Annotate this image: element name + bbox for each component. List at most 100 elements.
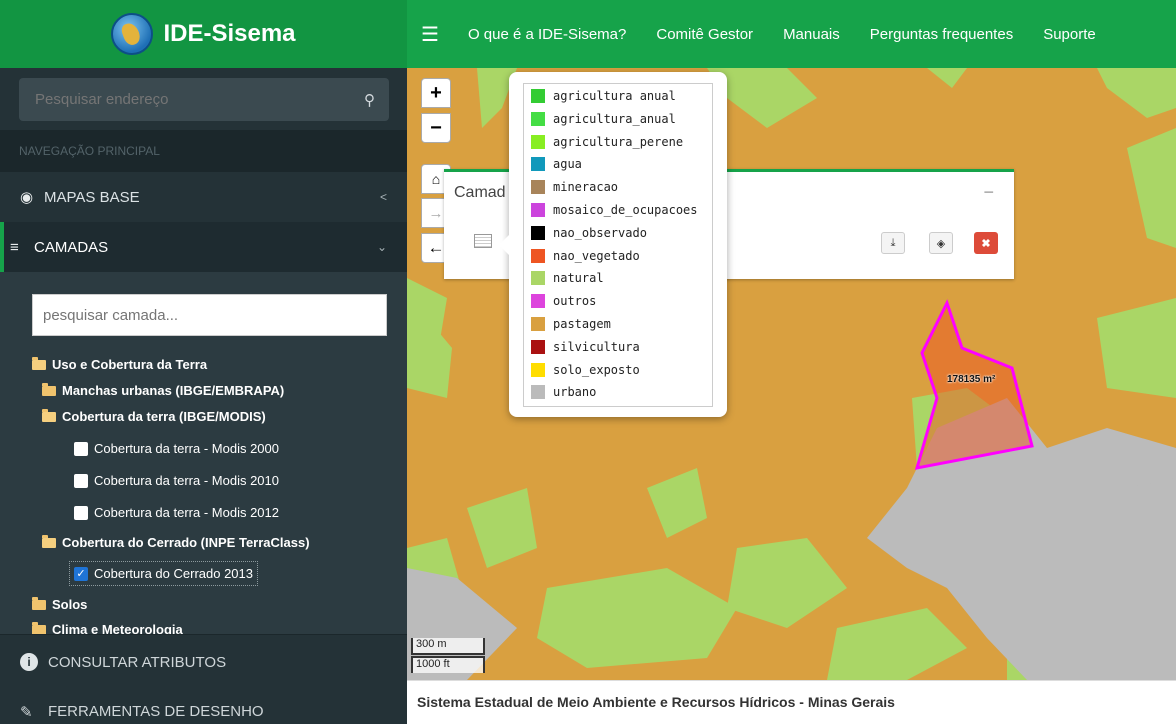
layer-cerrado-2013[interactable]: ✓ Cobertura do Cerrado 2013 xyxy=(69,561,258,586)
legend-item: agricultura_perene xyxy=(531,132,683,152)
tree-label: Cobertura da terra - Modis 2010 xyxy=(94,473,279,488)
legend-icon[interactable] xyxy=(474,234,492,248)
layer-search-input[interactable] xyxy=(32,294,387,336)
folder-icon xyxy=(32,621,46,635)
legend-item: agricultura_anual xyxy=(531,109,676,129)
nav-section-header: NAVEGAÇÃO PRINCIPAL xyxy=(0,130,407,172)
folder-open-icon xyxy=(32,356,46,370)
map-canvas[interactable]: + − ⌂ → ← Camad − ⤓ ◈ ✖ agricultura anua… xyxy=(407,68,1176,680)
address-search: ⚲ xyxy=(19,78,389,121)
edit-icon: ✎ xyxy=(20,703,33,721)
legend-item: agua xyxy=(531,154,582,174)
legend-item: mineracao xyxy=(531,177,618,197)
tree-label: Cobertura da terra - Modis 2012 xyxy=(94,505,279,520)
nav-link-suporte[interactable]: Suporte xyxy=(1028,26,1111,43)
scale-feet: 1000 ft xyxy=(411,656,485,673)
globe-logo-icon xyxy=(111,13,154,55)
legend-item: pastagem xyxy=(531,314,611,334)
menu-item-label: FERRAMENTAS DE DESENHO xyxy=(48,703,264,720)
tree-folder-cobertura-cerrado[interactable]: Cobertura do Cerrado (INPE TerraClass) xyxy=(42,534,310,550)
nav-link-o-que-e[interactable]: O que é a IDE-Sisema? xyxy=(453,26,641,43)
legend-item: silvicultura xyxy=(531,337,640,357)
legend-swatch xyxy=(531,180,545,195)
zoom-out-button[interactable]: − xyxy=(421,113,451,143)
visibility-icon[interactable]: ◈ xyxy=(929,232,953,254)
tree-label: Cobertura do Cerrado 2013 xyxy=(94,566,253,581)
layer-checkbox[interactable] xyxy=(74,441,88,456)
nav-link-manuais[interactable]: Manuais xyxy=(768,26,855,43)
menu-item-consultar-atributos[interactable]: i CONSULTAR ATRIBUTOS xyxy=(0,634,407,689)
legend-label: agua xyxy=(553,157,582,172)
hamburger-icon[interactable]: ☰ xyxy=(407,22,453,47)
legend-label: solo_exposto xyxy=(553,362,640,377)
legend-swatch xyxy=(531,294,545,309)
checkbox-checked-icon[interactable]: ✓ xyxy=(74,566,88,581)
tree-label: Cobertura da terra (IBGE/MODIS) xyxy=(62,409,266,424)
menu-item-camadas[interactable]: ≡ CAMADAS ⌄ xyxy=(0,222,407,272)
panel-title: Camad xyxy=(454,184,506,201)
legend-swatch xyxy=(531,111,545,126)
tree-folder-manchas-urbanas[interactable]: Manchas urbanas (IBGE/EMBRAPA) xyxy=(42,382,285,398)
legend-swatch xyxy=(531,203,545,217)
minimize-button[interactable]: − xyxy=(983,182,994,203)
tree-folder-cobertura-terra[interactable]: Cobertura da terra (IBGE/MODIS) xyxy=(42,408,266,424)
legend-label: nao_observado xyxy=(553,225,647,240)
legend-label: silvicultura xyxy=(553,339,640,354)
legend-swatch xyxy=(531,317,545,331)
remove-layer-button[interactable]: ✖ xyxy=(974,232,998,254)
chevron-left-icon: < xyxy=(379,190,387,204)
folder-icon xyxy=(42,382,56,396)
legend-item: nao_observado xyxy=(531,223,647,243)
brand[interactable]: IDE-Sisema xyxy=(0,0,407,68)
tree-label: Cobertura da terra - Modis 2000 xyxy=(94,441,279,456)
legend-label: nao_vegetado xyxy=(553,248,640,263)
legend-label: natural xyxy=(553,271,604,286)
nav-link-comite-gestor[interactable]: Comitê Gestor xyxy=(641,26,768,43)
tree-folder-solos[interactable]: Solos xyxy=(32,596,87,612)
legend-swatch xyxy=(531,225,545,240)
top-navbar: IDE-Sisema ☰ O que é a IDE-Sisema? Comit… xyxy=(0,0,1176,68)
scale-bar: 300 m 1000 ft xyxy=(411,638,489,674)
folder-icon xyxy=(32,596,46,610)
folder-open-icon xyxy=(42,408,56,422)
legend-label: urbano xyxy=(553,385,597,400)
legend-label: outros xyxy=(553,294,597,309)
nav-link-perguntas-frequentes[interactable]: Perguntas frequentes xyxy=(855,26,1028,43)
layer-modis-2010[interactable]: Cobertura da terra - Modis 2010 xyxy=(74,473,279,488)
legend-swatch xyxy=(531,271,545,286)
menu-item-ferramentas-desenho[interactable]: ✎ FERRAMENTAS DE DESENHO xyxy=(0,684,407,724)
layer-checkbox[interactable] xyxy=(74,473,88,488)
layer-checkbox[interactable] xyxy=(74,505,88,520)
sidebar: ⚲ NAVEGAÇÃO PRINCIPAL ◉ MAPAS BASE < ≡ C… xyxy=(0,68,407,724)
legend-swatch xyxy=(531,339,545,354)
legend-swatch xyxy=(531,89,545,103)
legend-list: agricultura anual agricultura_anualagricu… xyxy=(523,83,713,407)
menu-item-mapas-base[interactable]: ◉ MAPAS BASE < xyxy=(0,172,407,222)
legend-item: solo_exposto xyxy=(531,360,640,380)
legend-item: nao_vegetado xyxy=(531,246,640,266)
legend-label: agricultura_perene xyxy=(553,134,684,149)
layer-modis-2012[interactable]: Cobertura da terra - Modis 2012 xyxy=(74,505,279,520)
legend-item: agricultura anual xyxy=(531,86,676,106)
legend-label: pastagem xyxy=(553,317,611,331)
area-measurement-label: 178135 m² xyxy=(947,374,996,385)
chevron-down-icon: ⌄ xyxy=(376,240,387,254)
list-icon: ≡ xyxy=(10,238,19,256)
legend-swatch xyxy=(531,248,545,263)
tree-label: Cobertura do Cerrado (INPE TerraClass) xyxy=(62,535,310,550)
nav-links: ☰ O que é a IDE-Sisema? Comitê Gestor Ma… xyxy=(407,0,1111,68)
address-search-input[interactable] xyxy=(19,78,359,121)
layer-modis-2000[interactable]: Cobertura da terra - Modis 2000 xyxy=(74,441,279,456)
legend-label: mosaico_de_ocupacoes xyxy=(553,203,698,217)
tree-label: Manchas urbanas (IBGE/EMBRAPA) xyxy=(62,383,285,398)
download-button[interactable]: ⤓ xyxy=(881,232,905,254)
legend-swatch xyxy=(531,362,545,377)
scale-meters: 300 m xyxy=(411,638,485,655)
legend-swatch xyxy=(531,385,545,400)
legend-swatch xyxy=(531,157,545,172)
search-icon[interactable]: ⚲ xyxy=(364,91,375,109)
tree-folder-uso-cobertura[interactable]: Uso e Cobertura da Terra xyxy=(32,356,207,372)
legend-label: agricultura anual xyxy=(553,89,676,103)
legend-label: agricultura_anual xyxy=(553,111,676,126)
zoom-in-button[interactable]: + xyxy=(421,78,451,108)
